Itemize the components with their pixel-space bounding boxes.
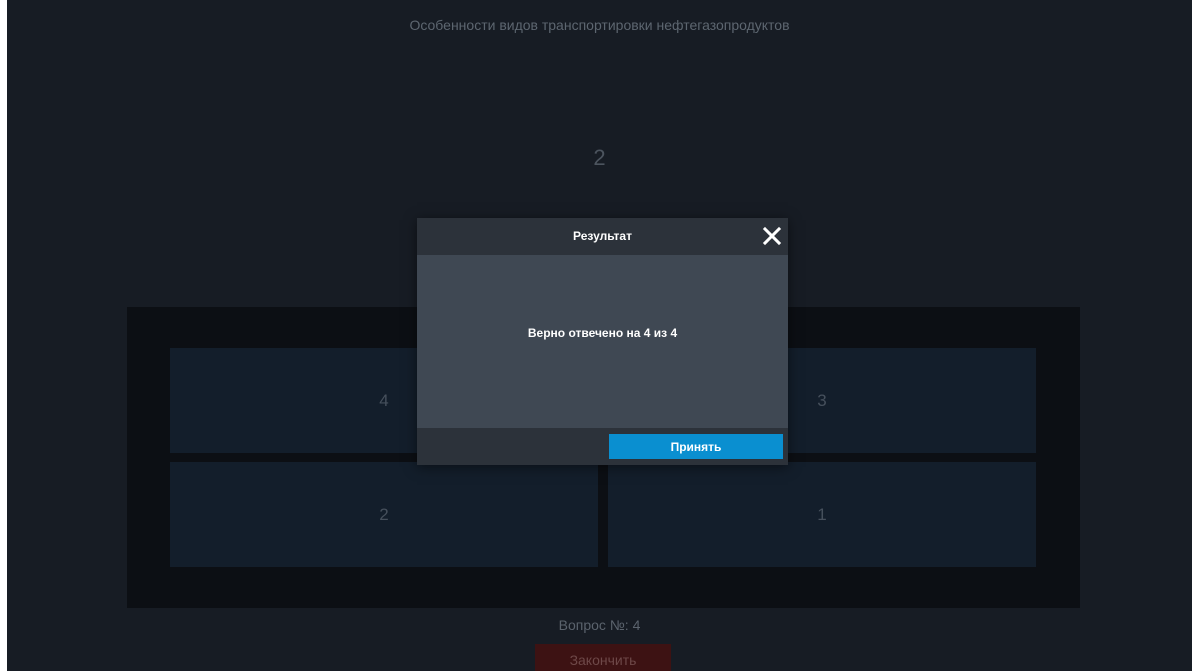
finish-button[interactable]: Закончить [535,644,671,671]
close-icon[interactable] [760,224,784,248]
result-dialog: Результат Верно отвечено на 4 из 4 Приня… [417,218,788,465]
dialog-header: Результат [417,218,788,255]
dialog-title: Результат [573,229,632,243]
dialog-footer: Принять [417,428,788,465]
page-title: Особенности видов транспортировки нефтег… [409,17,790,33]
quiz-screen: Особенности видов транспортировки нефтег… [7,0,1192,671]
answer-tile[interactable]: 2 [170,462,598,567]
answer-tile[interactable]: 1 [608,462,1036,567]
accept-button[interactable]: Принять [609,434,783,459]
question-value: 2 [593,145,606,170]
question-counter: Вопрос №: 4 [558,617,641,633]
result-message: Верно отвечено на 4 из 4 [527,326,678,340]
